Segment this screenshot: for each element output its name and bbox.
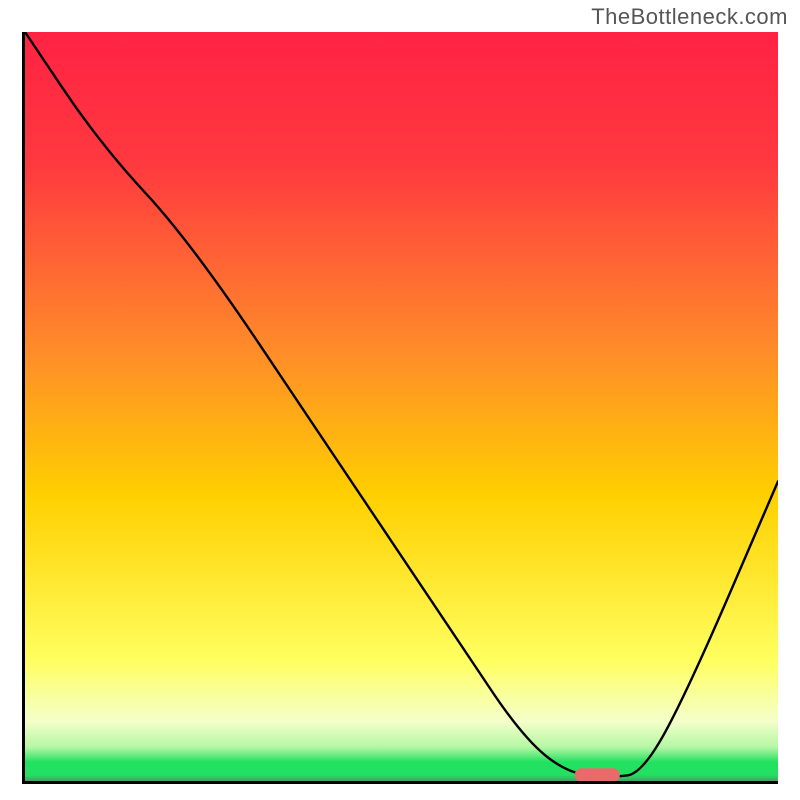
chart-container: TheBottleneck.com bbox=[0, 0, 800, 800]
plot-svg bbox=[25, 32, 778, 781]
gradient-background bbox=[25, 32, 778, 781]
watermark-text: TheBottleneck.com bbox=[591, 4, 788, 30]
plot-area bbox=[22, 32, 778, 784]
optimal-marker bbox=[575, 768, 620, 781]
